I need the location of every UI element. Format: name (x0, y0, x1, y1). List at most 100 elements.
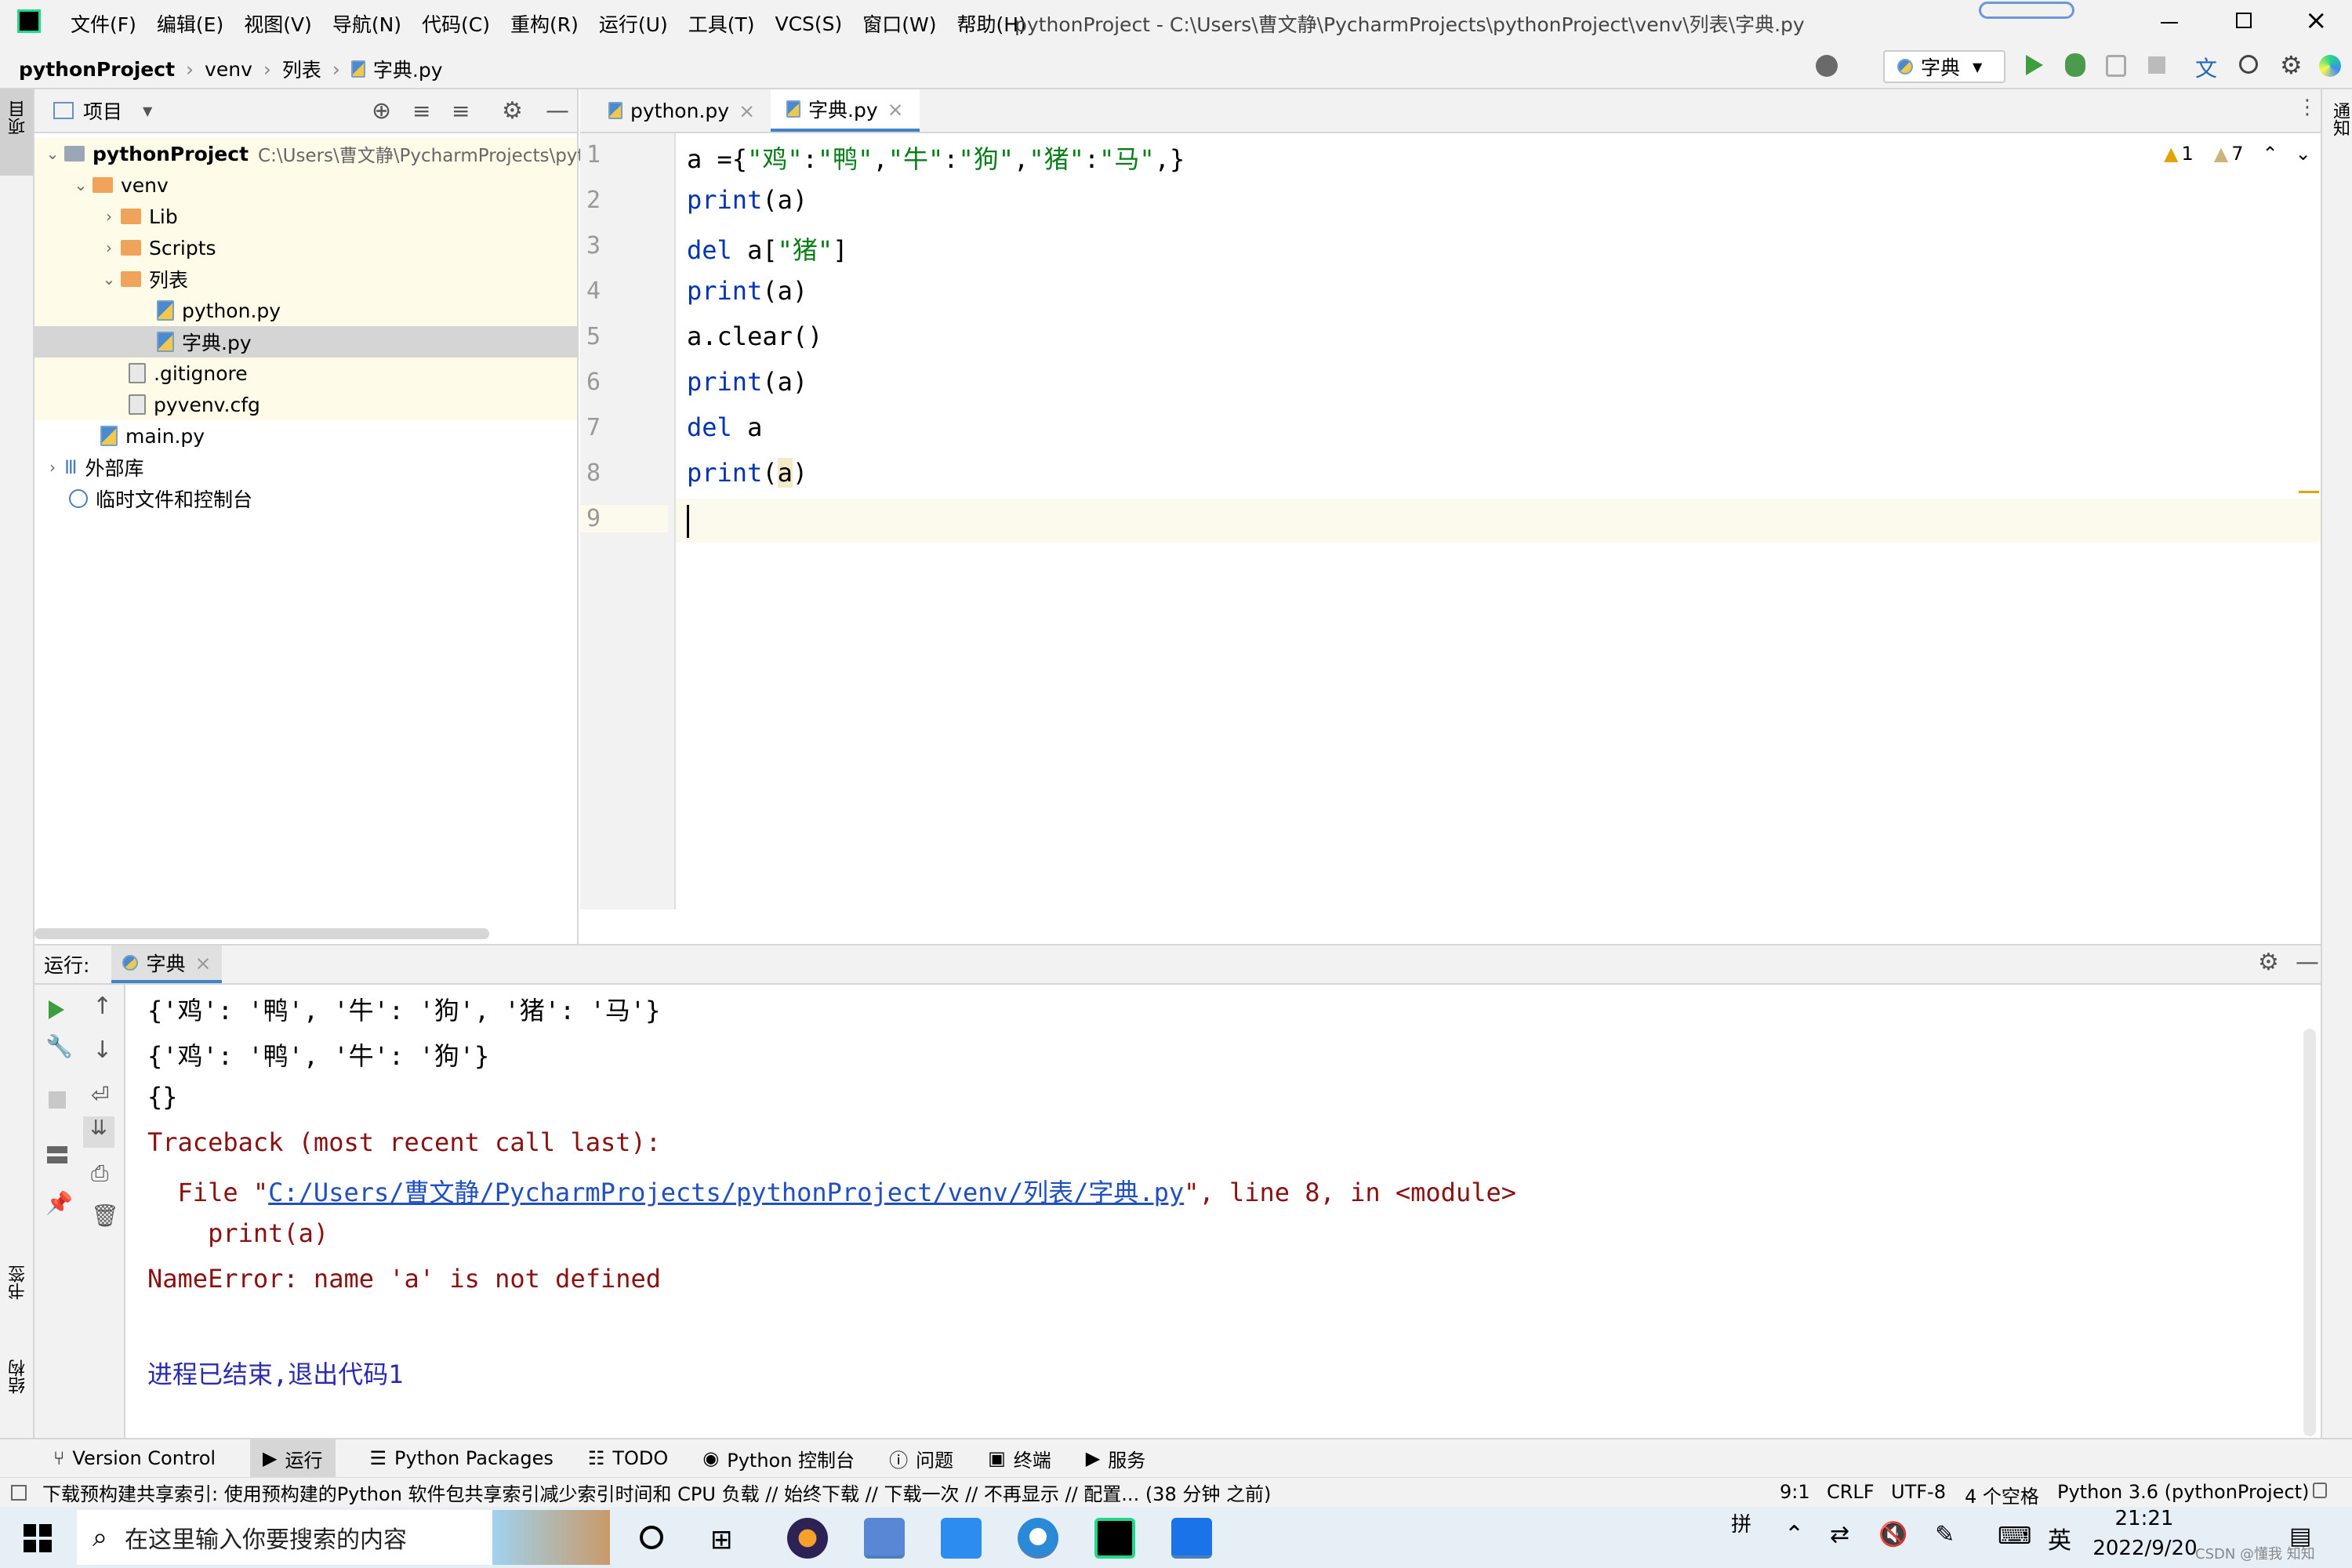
vertical-scrollbar[interactable] (2303, 1029, 2316, 1436)
tool-tab-run[interactable]: ▶ 运行 (250, 1438, 336, 1479)
chevron-down-icon[interactable]: ⌄ (97, 270, 121, 289)
up-arrow-icon[interactable]: ↑ (93, 993, 112, 1020)
chevron-right-icon[interactable]: › (97, 207, 121, 226)
tree-item-dict-py[interactable]: 字典.py (34, 326, 577, 358)
editor-app-icon[interactable] (864, 1518, 905, 1559)
status-message[interactable]: 下载预构建共享索引: 使用预构建的Python 软件包共享索引减少索引时间和 C… (42, 1479, 1271, 1506)
close-icon[interactable]: × (194, 952, 211, 975)
user-icon[interactable] (1816, 55, 1838, 77)
chevron-down-icon[interactable]: ⌄ (69, 176, 93, 194)
more-options-icon[interactable]: ⋮ (2297, 96, 2318, 119)
language-indicator[interactable]: 英 (2048, 1521, 2071, 1555)
network-icon[interactable]: ⇄ (1830, 1521, 1849, 1548)
run-tab[interactable]: 字典 × (111, 946, 223, 983)
notifications-tool-button[interactable]: 通知 (2327, 102, 2352, 136)
down-arrow-icon[interactable]: ↓ (93, 1036, 112, 1064)
task-view-icon[interactable]: ⊞ (710, 1524, 733, 1555)
tool-tab-version-control[interactable]: ⑂ Version Control (53, 1447, 216, 1469)
menu-tools[interactable]: 工具(T) (688, 9, 755, 38)
menu-code[interactable]: 代码(C) (422, 9, 490, 38)
clock-time[interactable]: 21:21 (2109, 1507, 2180, 1530)
caret-position[interactable]: 9:1 (1780, 1481, 1810, 1503)
breadcrumb-venv[interactable]: venv (205, 58, 252, 81)
expand-all-icon[interactable]: ≡ (412, 98, 430, 124)
volume-icon[interactable]: 🔇 (1878, 1521, 1907, 1548)
hide-icon[interactable]: — (2296, 949, 2319, 976)
menu-refactor[interactable]: 重构(R) (510, 9, 579, 38)
menu-vcs[interactable]: VCS(S) (775, 13, 842, 35)
tree-item-pyvenv[interactable]: pyvenv.cfg (34, 389, 577, 420)
translate-icon[interactable]: 文 (2195, 52, 2217, 83)
notification-center-icon[interactable]: ▤ (2289, 1523, 2311, 1550)
tree-item-scratches[interactable]: 临时文件和控制台 (34, 483, 577, 514)
tool-tab-problems[interactable]: ⓘ 问题 (889, 1445, 953, 1472)
inspection-widget[interactable]: ▲ 1 ▲ 7 ⌃ ⌄ (2164, 143, 2311, 165)
collapse-all-icon[interactable]: ≡ (452, 98, 470, 124)
tool-tab-todo[interactable]: ☷ TODO (588, 1447, 668, 1469)
tool-tab-services[interactable]: ▶ 服务 (1086, 1445, 1145, 1472)
cortana-icon[interactable] (640, 1526, 663, 1549)
rerun-icon[interactable] (49, 1000, 64, 1019)
run-config-selector[interactable]: 字典 ▼ (1883, 50, 2005, 83)
file-encoding[interactable]: UTF-8 (1891, 1481, 1946, 1503)
wrench-icon[interactable]: 🔧 (45, 1033, 73, 1059)
stop-icon[interactable] (2148, 56, 2165, 74)
soft-wrap-icon[interactable]: ⏎ (91, 1082, 109, 1108)
windows-start-icon[interactable] (24, 1524, 52, 1552)
horizontal-scrollbar[interactable] (34, 928, 489, 939)
search-icon[interactable] (2239, 55, 2258, 74)
breadcrumb-project[interactable]: pythonProject (19, 58, 175, 81)
chevron-up-icon[interactable]: ⌃ (2263, 143, 2278, 165)
tree-root[interactable]: ⌄ pythonProject C:\Users\曹文静\PycharmProj… (34, 138, 584, 169)
tree-item-list-folder[interactable]: ⌄ 列表 (34, 263, 577, 295)
close-icon[interactable]: × (887, 98, 904, 121)
pin-icon[interactable]: 📌 (45, 1190, 73, 1216)
feishu-app-icon[interactable] (941, 1518, 982, 1559)
tree-item-python-py[interactable]: python.py (34, 295, 577, 326)
chevron-up-icon[interactable]: ⌃ (1784, 1521, 1804, 1548)
tab-python-py[interactable]: python.py × (593, 89, 771, 132)
eclipse-app-icon[interactable] (787, 1518, 828, 1559)
lock-icon[interactable] (2313, 1483, 2327, 1498)
run-icon[interactable] (2026, 55, 2043, 75)
project-tool-button[interactable]: 项目 (0, 89, 33, 176)
indent-setting[interactable]: 4 个空格 (1965, 1481, 2039, 1508)
tool-tab-python-console[interactable]: ◉ Python 控制台 (702, 1445, 855, 1472)
code-editor[interactable]: a ={"鸡":"鸭","牛":"狗","猪":"马",} print(a) d… (676, 133, 2321, 909)
menu-navigate[interactable]: 导航(N) (332, 9, 401, 38)
phone-app-icon[interactable] (1171, 1518, 1212, 1559)
gear-icon[interactable]: ⚙ (2258, 949, 2279, 976)
project-panel-title[interactable]: 项目 (83, 96, 122, 125)
coverage-icon[interactable] (2106, 55, 2126, 77)
pen-icon[interactable]: ✎ (1935, 1521, 1955, 1548)
structure-tool-button[interactable]: 结构 (6, 1359, 31, 1394)
chevron-down-icon[interactable]: ⌄ (41, 144, 64, 163)
tree-item-gitignore[interactable]: .gitignore (34, 358, 577, 389)
menu-file[interactable]: 文件(F) (71, 9, 136, 38)
chevron-right-icon[interactable]: › (41, 458, 64, 477)
gear-icon[interactable]: ⚙ (2280, 50, 2303, 80)
run-console[interactable]: {'鸡': '鸭', '牛': '狗', '猪': '马'} {'鸡': '鸭'… (125, 985, 2321, 1438)
tool-tab-terminal[interactable]: ▣ 终端 (988, 1445, 1051, 1472)
bookmarks-tool-button[interactable]: 书签 (6, 1265, 31, 1300)
menu-view[interactable]: 视图(V) (244, 9, 312, 38)
menu-edit[interactable]: 编辑(E) (157, 9, 223, 38)
tab-dict-py[interactable]: 字典.py × (771, 89, 920, 132)
locate-icon[interactable]: ⊕ (372, 97, 391, 125)
stop-icon[interactable] (49, 1091, 66, 1109)
tree-item-venv[interactable]: ⌄ venv (34, 169, 577, 201)
layout-icon[interactable] (47, 1146, 67, 1163)
browser-app-icon[interactable] (1018, 1518, 1058, 1559)
traceback-file-link[interactable]: C:/Users/曹文静/PycharmProjects/pythonProje… (268, 1178, 1184, 1207)
tree-item-external-libraries[interactable]: › Ⅲ 外部库 (34, 452, 577, 483)
hide-icon[interactable]: — (546, 97, 569, 125)
chevron-right-icon[interactable]: › (97, 238, 121, 257)
debug-icon[interactable] (2065, 53, 2085, 77)
pycharm-app-icon[interactable] (1094, 1518, 1135, 1559)
menu-window[interactable]: 窗口(W) (862, 9, 936, 38)
breadcrumb-file[interactable]: 字典.py (373, 55, 443, 83)
ime-indicator[interactable]: 拼 (1731, 1508, 1751, 1537)
minimize-icon[interactable] (2161, 22, 2178, 24)
taskbar-search-box[interactable]: ⌕ 在这里输入你要搜索的内容 (77, 1510, 610, 1565)
trash-icon[interactable]: 🗑 (91, 1203, 119, 1229)
